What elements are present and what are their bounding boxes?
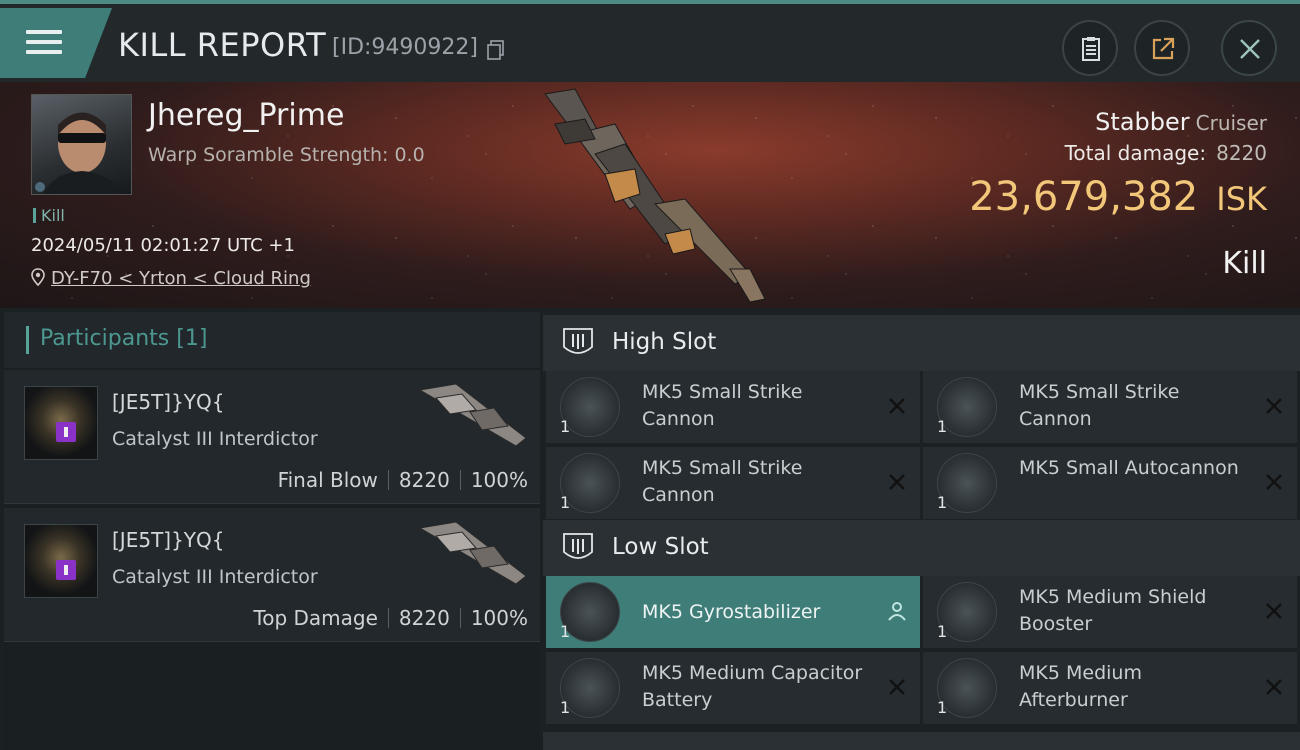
module-item[interactable]: 1 MK5 Small Strike Cannon <box>546 447 920 519</box>
module-quantity: 1 <box>560 493 571 512</box>
close-button[interactable] <box>1221 20 1277 76</box>
low-slot-title: Low Slot <box>612 534 709 560</box>
pilot-portrait[interactable] <box>31 94 132 195</box>
participant-stats: Top Damage 8220 100% <box>253 606 528 630</box>
module-item[interactable]: 1 MK5 Small Strike Cannon <box>546 371 920 443</box>
module-name: MK5 Small Autocannon <box>1019 457 1239 479</box>
destroyed-x-icon <box>889 679 905 695</box>
destroyed-x-icon <box>1266 679 1282 695</box>
location-link[interactable]: DY-F70 < Yrton < Cloud Ring <box>51 268 311 289</box>
participant-ship-image <box>418 383 527 447</box>
isk-amount: 23,679,382 <box>969 174 1199 220</box>
high-slot-header: High Slot <box>543 315 1300 371</box>
destroyed-x-icon <box>889 474 905 490</box>
destroyed-x-icon <box>1266 603 1282 619</box>
destroyed-x-icon <box>889 398 905 414</box>
clipboard-icon <box>1082 37 1100 61</box>
kill-result: Kill <box>1222 246 1267 281</box>
page-title: KILL REPORT <box>118 26 327 64</box>
module-quantity: 1 <box>560 417 571 436</box>
victim-ship-class: Cruiser <box>1195 111 1267 135</box>
module-name: MK5 Medium Capacitor Battery <box>642 662 863 711</box>
pilot-name[interactable]: Jhereg_Prime <box>148 98 344 133</box>
module-name: MK5 Small Strike Cannon <box>642 381 803 430</box>
clipboard-button[interactable] <box>1062 20 1118 76</box>
participant-row[interactable]: [JE5T]}YQ{ Catalyst III Interdictor Fina… <box>4 370 540 504</box>
victim-ship-name: Stabber <box>1095 108 1190 136</box>
kill-datetime: 2024/05/11 02:01:27 UTC +1 <box>31 235 295 256</box>
share-icon <box>1152 37 1175 60</box>
hamburger-menu-icon <box>26 30 62 56</box>
module-item[interactable]: 1 MK5 Medium Shield Booster <box>923 576 1297 648</box>
module-quantity: 1 <box>937 493 948 512</box>
module-quantity: 1 <box>560 622 571 641</box>
participant-percent: 100% <box>470 468 528 492</box>
dropped-user-icon <box>888 602 906 621</box>
faction-badge-icon <box>56 422 76 442</box>
module-name: MK5 Medium Shield Booster <box>1019 586 1207 635</box>
module-name: MK5 Small Strike Cannon <box>642 457 803 506</box>
module-item[interactable]: 1 MK5 Gyrostabilizer <box>546 576 920 648</box>
kill-location[interactable]: DY-F70 < Yrton < Cloud Ring <box>31 268 311 289</box>
pilot-avatar-image <box>35 112 123 194</box>
isk-value: 23,679,382 ISK <box>969 174 1267 220</box>
participant-ship: Catalyst III Interdictor <box>112 566 318 588</box>
module-item[interactable]: 1 MK5 Small Autocannon <box>923 447 1297 519</box>
header-bar: KILL REPORT [ID:9490922] <box>0 0 1300 82</box>
victim-banner: Jhereg_Prime Warp Soramble Strength: 0.0… <box>0 82 1300 308</box>
warp-scramble-strength: Warp Soramble Strength: 0.0 <box>148 144 425 166</box>
participant-damage: 8220 <box>398 606 450 630</box>
total-damage-value: 8220 <box>1216 141 1267 165</box>
module-item[interactable]: 1 MK5 Small Strike Cannon <box>923 371 1297 443</box>
fitting-panel: High Slot 1 MK5 Small Strike Cannon 1 MK… <box>543 312 1300 750</box>
module-name: MK5 Gyrostabilizer <box>642 601 821 623</box>
location-pin-icon <box>31 268 45 287</box>
total-damage-label: Total damage: <box>1064 141 1207 165</box>
participants-header: Participants [1] <box>4 312 540 368</box>
victim-ship-image <box>544 88 766 303</box>
module-item[interactable]: 1 MK5 Medium Afterburner <box>923 652 1297 724</box>
participant-ship: Catalyst III Interdictor <box>112 428 318 450</box>
report-id: [ID:9490922] <box>332 35 478 60</box>
destroyed-x-icon <box>1266 398 1282 414</box>
participant-stats: Final Blow 8220 100% <box>278 468 528 492</box>
participant-role: Final Blow <box>277 468 378 492</box>
module-quantity: 1 <box>937 698 948 717</box>
copy-icon[interactable] <box>487 40 505 60</box>
kill-tag: Kill <box>33 206 65 225</box>
destroyed-x-icon <box>1266 474 1282 490</box>
module-quantity: 1 <box>560 698 571 717</box>
participants-panel: Participants [1] [JE5T]}YQ{ Catalyst III… <box>4 312 540 750</box>
victim-ship: Stabber Cruiser <box>1095 108 1267 136</box>
module-name: MK5 Small Strike Cannon <box>1019 381 1180 430</box>
module-quantity: 1 <box>937 622 948 641</box>
isk-unit: ISK <box>1216 180 1267 218</box>
participant-corp: [JE5T]}YQ{ <box>112 390 225 414</box>
header-accent-bar <box>26 326 29 354</box>
module-name: MK5 Medium Afterburner <box>1019 662 1142 711</box>
module-quantity: 1 <box>937 417 948 436</box>
low-slot-header: Low Slot <box>543 520 1300 576</box>
module-item[interactable]: 1 MK5 Medium Capacitor Battery <box>546 652 920 724</box>
faction-badge-icon <box>56 560 76 580</box>
participants-label: Participants <box>40 326 170 351</box>
participant-ship-image <box>418 521 527 585</box>
participant-corp: [JE5T]}YQ{ <box>112 528 225 552</box>
menu-button[interactable] <box>0 8 112 78</box>
total-damage: Total damage: 8220 <box>1065 141 1267 165</box>
participants-title: Participants [1] <box>40 326 207 351</box>
share-button[interactable] <box>1134 20 1190 76</box>
high-slot-title: High Slot <box>612 329 717 355</box>
participant-percent: 100% <box>470 606 528 630</box>
low-slot-icon <box>563 533 593 559</box>
participant-row[interactable]: [JE5T]}YQ{ Catalyst III Interdictor Top … <box>4 508 540 642</box>
participant-role: Top Damage <box>253 606 378 630</box>
next-slot-header-peek <box>543 732 1300 750</box>
participants-count: [1] <box>176 326 208 351</box>
close-icon <box>1240 39 1260 59</box>
participant-damage: 8220 <box>398 468 450 492</box>
high-slot-icon <box>563 328 593 354</box>
